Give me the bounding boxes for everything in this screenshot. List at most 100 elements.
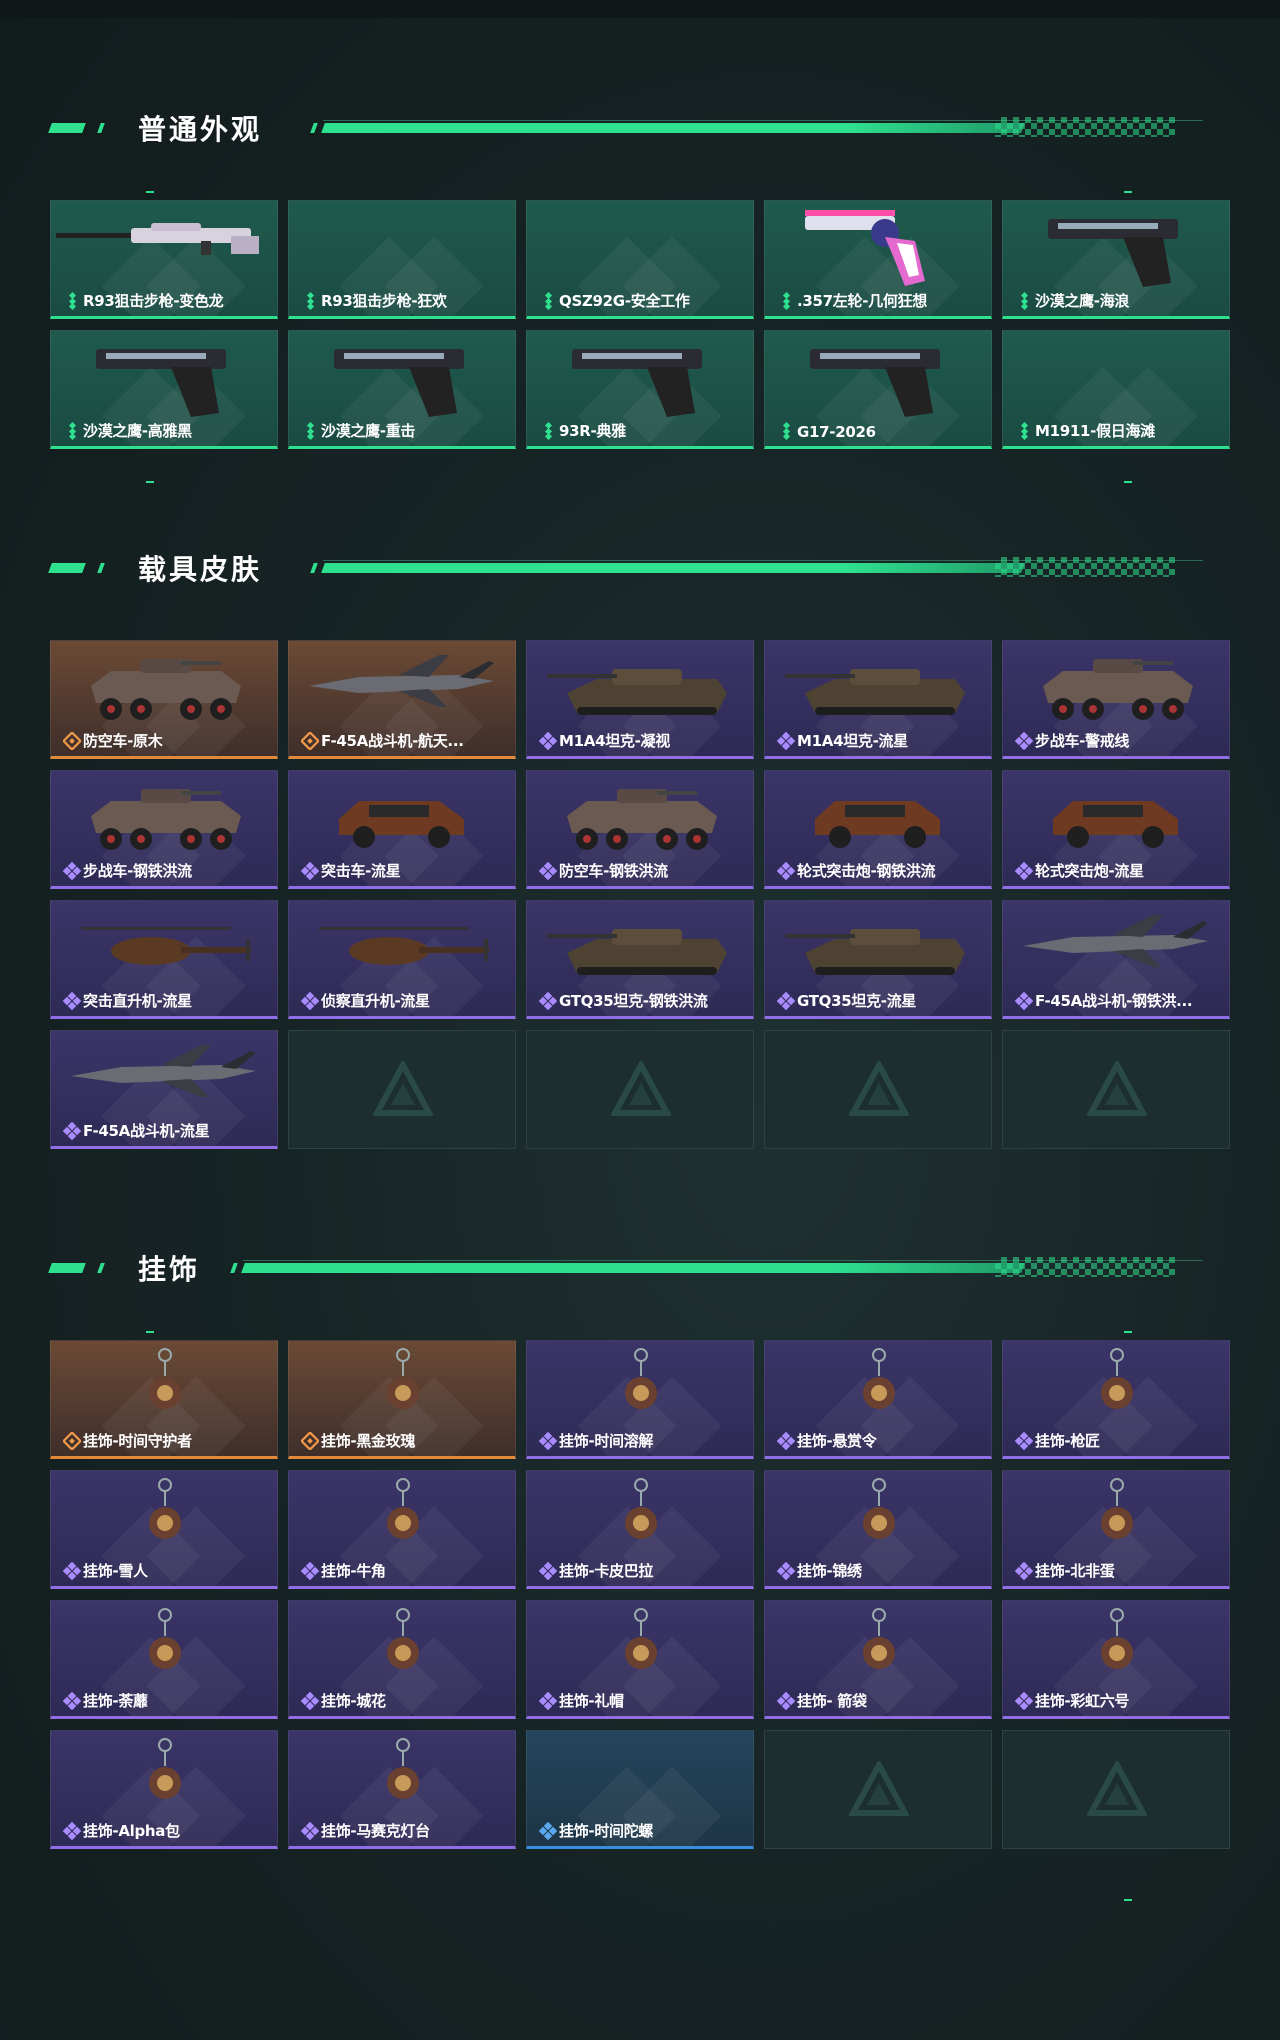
item-card[interactable]: 挂饰-北非蛋 [1002, 1470, 1230, 1589]
item-label: 防空车-原木 [83, 732, 163, 750]
item-label: 挂饰-枪匠 [1035, 1432, 1100, 1450]
item-label: 挂饰-牛角 [321, 1562, 386, 1580]
item-card[interactable]: 轮式突击炮-流星 [1002, 770, 1230, 889]
header-tick [310, 123, 318, 133]
item-card[interactable]: 挂饰-悬赏令 [764, 1340, 992, 1459]
rarity-blue-icon [538, 1821, 558, 1841]
rarity-purple-icon [300, 991, 320, 1011]
item-label: QSZ92G-安全工作 [559, 292, 690, 310]
item-label: .357左轮-几何狂想 [797, 292, 927, 310]
item-card[interactable]: 93R-典雅 [526, 330, 754, 449]
item-label: F-45A战斗机-航天... [321, 732, 464, 750]
item-card[interactable]: 挂饰-时间守护者 [50, 1340, 278, 1459]
item-card[interactable]: R93狙击步枪-变色龙 [50, 200, 278, 319]
item-label: 轮式突击炮-钢铁洪流 [797, 862, 936, 880]
item-card[interactable]: M1911-假日海滩 [1002, 330, 1230, 449]
header-tick [230, 1263, 238, 1273]
rarity-purple-icon [776, 991, 796, 1011]
item-label: 挂饰-马赛克灯台 [321, 1822, 430, 1840]
item-card[interactable]: QSZ92G-安全工作 [526, 200, 754, 319]
item-label: R93狙击步枪-变色龙 [83, 292, 224, 310]
item-card[interactable]: F-45A战斗机-航天... [288, 640, 516, 759]
placeholder-logo-icon [1085, 1758, 1149, 1821]
item-label: R93狙击步枪-狂欢 [321, 292, 447, 310]
item-card[interactable]: M1A4坦克-凝视 [526, 640, 754, 759]
rarity-purple-icon [1014, 1561, 1034, 1581]
item-card[interactable]: GTQ35坦克-钢铁洪流 [526, 900, 754, 1019]
item-card[interactable]: 挂饰-马赛克灯台 [288, 1730, 516, 1849]
rarity-purple-icon [776, 1431, 796, 1451]
item-card[interactable]: 防空车-钢铁洪流 [526, 770, 754, 889]
item-card[interactable]: F-45A战斗机-流星 [50, 1030, 278, 1149]
item-card[interactable]: 挂饰-荼蘼 [50, 1600, 278, 1719]
item-label: 挂饰-北非蛋 [1035, 1562, 1115, 1580]
item-card[interactable]: .357左轮-几何狂想 [764, 200, 992, 319]
item-label: M1A4坦克-凝视 [559, 732, 670, 750]
item-card[interactable]: 轮式突击炮-钢铁洪流 [764, 770, 992, 889]
item-card[interactable]: 挂饰-雪人 [50, 1470, 278, 1589]
rarity-purple-icon [1014, 861, 1034, 881]
item-card[interactable]: 挂饰- 箭袋 [764, 1600, 992, 1719]
item-label: 轮式突击炮-流星 [1035, 862, 1144, 880]
item-card[interactable]: R93狙击步枪-狂欢 [288, 200, 516, 319]
rarity-purple-icon [1014, 991, 1034, 1011]
item-label: 挂饰-彩虹六号 [1035, 1692, 1130, 1710]
header-checker-pattern [995, 557, 1175, 577]
item-card[interactable]: 挂饰-彩虹六号 [1002, 1600, 1230, 1719]
item-label: 挂饰-礼帽 [559, 1692, 624, 1710]
item-card[interactable]: 突击直升机-流星 [50, 900, 278, 1019]
marker [146, 481, 154, 483]
rarity-green-icon [539, 291, 557, 311]
item-card[interactable]: 挂饰-礼帽 [526, 1600, 754, 1719]
empty-slot [764, 1030, 992, 1149]
item-card[interactable]: 防空车-原木 [50, 640, 278, 759]
rarity-purple-icon [538, 991, 558, 1011]
rarity-purple-icon [776, 731, 796, 751]
placeholder-logo-icon [1085, 1058, 1149, 1121]
item-card[interactable]: 步战车-警戒线 [1002, 640, 1230, 759]
item-card[interactable]: 侦察直升机-流星 [288, 900, 516, 1019]
item-card[interactable]: 挂饰-锦绣 [764, 1470, 992, 1589]
placeholder-logo-icon [371, 1058, 435, 1121]
header-checker-pattern [995, 1257, 1175, 1277]
item-card[interactable]: M1A4坦克-流星 [764, 640, 992, 759]
item-card[interactable]: 挂饰-枪匠 [1002, 1340, 1230, 1459]
item-card[interactable]: 挂饰-牛角 [288, 1470, 516, 1589]
item-label: 挂饰- 箭袋 [797, 1692, 867, 1710]
item-label: GTQ35坦克-流星 [797, 992, 917, 1010]
rarity-green-icon [63, 291, 81, 311]
rarity-purple-icon [300, 861, 320, 881]
item-grid: R93狙击步枪-变色龙 R93狙击步枪-狂欢 QSZ92G-安全工作 .357左轮-几… [50, 200, 1230, 449]
item-card[interactable]: 沙漠之鹰-重击 [288, 330, 516, 449]
item-card[interactable]: 挂饰-Alpha包 [50, 1730, 278, 1849]
section-title: 普通外观 [138, 113, 263, 146]
rarity-purple-icon [538, 1431, 558, 1451]
item-card[interactable]: 挂饰-时间溶解 [526, 1340, 754, 1459]
item-card[interactable]: 挂饰-卡皮巴拉 [526, 1470, 754, 1589]
item-card[interactable]: 挂饰-黑金玫瑰 [288, 1340, 516, 1459]
item-card[interactable]: 挂饰-时间陀螺 [526, 1730, 754, 1849]
item-label: 沙漠之鹰-重击 [321, 422, 416, 440]
item-card[interactable]: 突击车-流星 [288, 770, 516, 889]
rarity-purple-icon [300, 1821, 320, 1841]
item-label: 防空车-钢铁洪流 [559, 862, 668, 880]
item-card[interactable]: 沙漠之鹰-高雅黑 [50, 330, 278, 449]
item-label: 挂饰-时间守护者 [83, 1432, 192, 1450]
item-card[interactable]: F-45A战斗机-钢铁洪... [1002, 900, 1230, 1019]
placeholder-logo-icon [609, 1058, 673, 1121]
item-card[interactable]: G17-2026 [764, 330, 992, 449]
rarity-purple-icon [1014, 1431, 1034, 1451]
rarity-purple-icon [62, 1821, 82, 1841]
item-card[interactable]: GTQ35坦克-流星 [764, 900, 992, 1019]
section-vehicle-skins: 载具皮肤 防空车-原木 F-45A战斗机-航天... M1A4坦克-凝视 M1A4坦克… [0, 540, 1280, 1160]
item-card[interactable]: 沙漠之鹰-海浪 [1002, 200, 1230, 319]
item-card[interactable]: 挂饰-城花 [288, 1600, 516, 1719]
item-card[interactable]: 步战车-钢铁洪流 [50, 770, 278, 889]
rarity-purple-icon [62, 861, 82, 881]
rarity-purple-icon [62, 991, 82, 1011]
section-charms: 挂饰 挂饰-时间守护者 挂饰-黑金玫瑰 挂饰-时间溶解 挂饰-悬赏令 挂饰-枪匠 挂饰-雪… [0, 1240, 1280, 1901]
header-dash-small [97, 123, 105, 133]
item-label: 93R-典雅 [559, 422, 626, 440]
rarity-green-icon [777, 291, 795, 311]
item-label: M1A4坦克-流星 [797, 732, 908, 750]
